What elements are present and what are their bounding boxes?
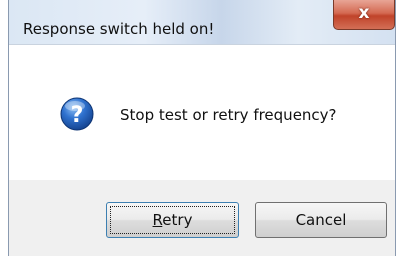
svg-text:?: ? <box>71 103 84 128</box>
dialog-title: Response switch held on! <box>23 20 215 38</box>
retry-label: Retry <box>153 211 193 229</box>
retry-label-rest: etry <box>162 211 193 229</box>
retry-mnemonic: R <box>152 211 163 229</box>
message-dialog: Response switch held on! x ? Stop test o… <box>8 0 396 256</box>
cancel-label: Cancel <box>295 211 347 229</box>
button-bar: Retry Cancel <box>9 180 395 256</box>
dialog-body: ? Stop test or retry frequency? <box>9 44 395 180</box>
retry-button[interactable]: Retry <box>106 202 239 238</box>
title-bar[interactable]: Response switch held on! x <box>9 0 395 44</box>
close-icon: x <box>358 3 370 23</box>
close-button[interactable]: x <box>333 0 395 30</box>
question-icon: ? <box>60 97 94 131</box>
dialog-message: Stop test or retry frequency? <box>120 106 337 124</box>
cancel-button[interactable]: Cancel <box>255 202 387 238</box>
